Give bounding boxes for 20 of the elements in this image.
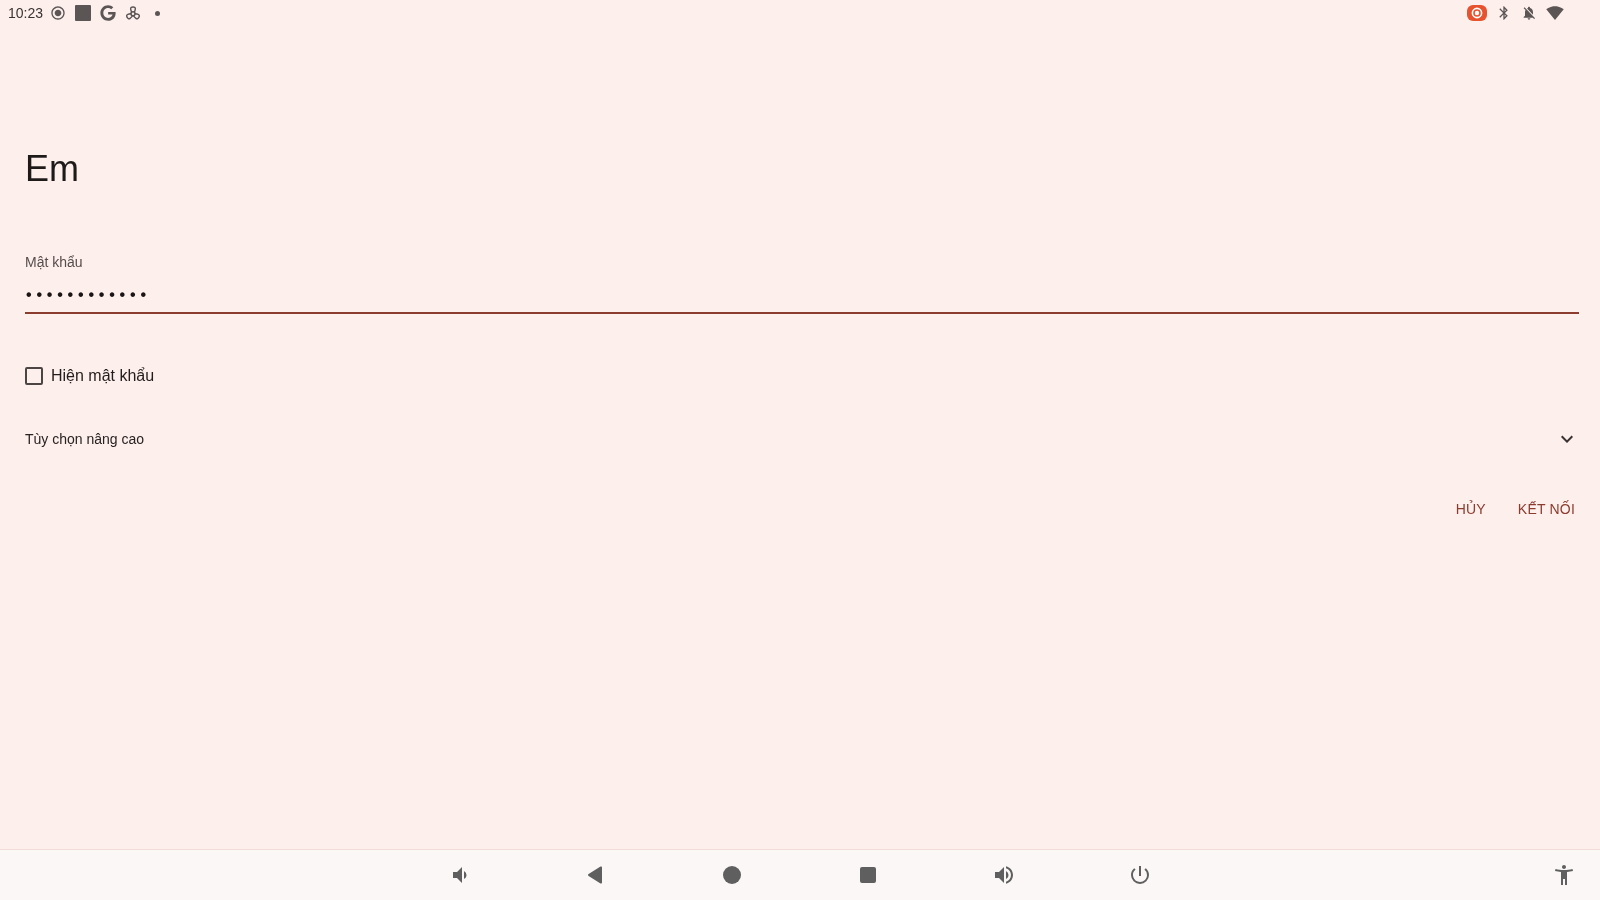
checkbox-label[interactable]: Hiện mật khẩu — [51, 367, 155, 385]
propeller-icon — [125, 5, 142, 21]
bell-off-icon — [1521, 5, 1537, 21]
checkbox[interactable] — [25, 367, 43, 385]
letter-g-icon — [100, 5, 117, 21]
text-button[interactable]: HỦY — [1447, 491, 1494, 527]
dialog-title: Em — [25, 148, 79, 190]
field-label: Mật khẩu — [25, 253, 83, 271]
power-icon[interactable] — [1128, 863, 1152, 887]
square-icon — [75, 5, 92, 21]
screen-record-icon — [1467, 5, 1487, 21]
volume-up-icon[interactable] — [992, 863, 1016, 887]
accessibility-icon[interactable] — [1552, 863, 1576, 887]
text-button[interactable]: KẾT NỐI — [1509, 491, 1583, 527]
dot-icon — [155, 10, 161, 16]
password-field[interactable]: •••••••••••• — [25, 277, 1579, 314]
home-icon[interactable] — [720, 863, 744, 887]
wifi-icon — [1546, 4, 1564, 22]
status-time: 10:23 — [8, 5, 44, 21]
advanced-options-toggle[interactable]: Tùy chọn nâng cao — [25, 427, 1579, 451]
